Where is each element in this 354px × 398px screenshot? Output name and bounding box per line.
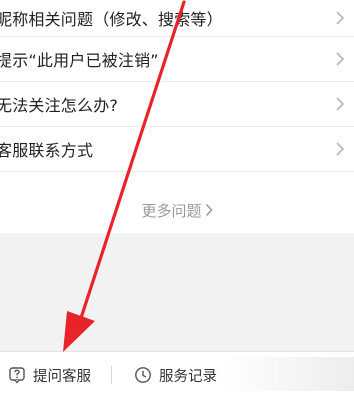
more-questions-label: 更多问题: [141, 201, 202, 220]
chevron-right-icon: [336, 97, 345, 111]
faq-item-label: 昵称相关问题（修改、搜索等）: [0, 10, 223, 29]
chevron-right-icon: [336, 52, 345, 66]
service-record-label: 服务记录: [159, 368, 217, 385]
faq-item-contact[interactable]: 客服联系方式: [0, 127, 354, 172]
faq-item-label: 无法关注怎么办?: [0, 96, 119, 115]
chevron-right-icon: [205, 203, 213, 217]
faq-item-deactivated[interactable]: 提示“此用户已被注销”: [0, 37, 354, 82]
clock-icon: [134, 366, 152, 384]
faq-item-nickname[interactable]: 昵称相关问题（修改、搜索等）: [0, 0, 354, 37]
faq-list: 昵称相关问题（修改、搜索等） 提示“此用户已被注销” 无法关注怎么办? 客服联系…: [0, 0, 354, 172]
tab-divider: [111, 366, 112, 384]
ask-support-button[interactable]: 提问客服: [8, 352, 91, 398]
watermark-blur: [222, 357, 354, 391]
empty-background: [0, 233, 354, 351]
chevron-right-icon: [336, 142, 345, 156]
question-mark-icon: [8, 366, 26, 384]
chevron-right-icon: [336, 11, 345, 25]
faq-item-label: 客服联系方式: [0, 141, 94, 160]
faq-item-cannot-follow[interactable]: 无法关注怎么办?: [0, 82, 354, 127]
service-record-button[interactable]: 服务记录: [134, 352, 217, 398]
ask-support-label: 提问客服: [33, 368, 91, 385]
more-questions-link[interactable]: 更多问题: [0, 187, 354, 233]
faq-item-label: 提示“此用户已被注销”: [0, 51, 159, 70]
